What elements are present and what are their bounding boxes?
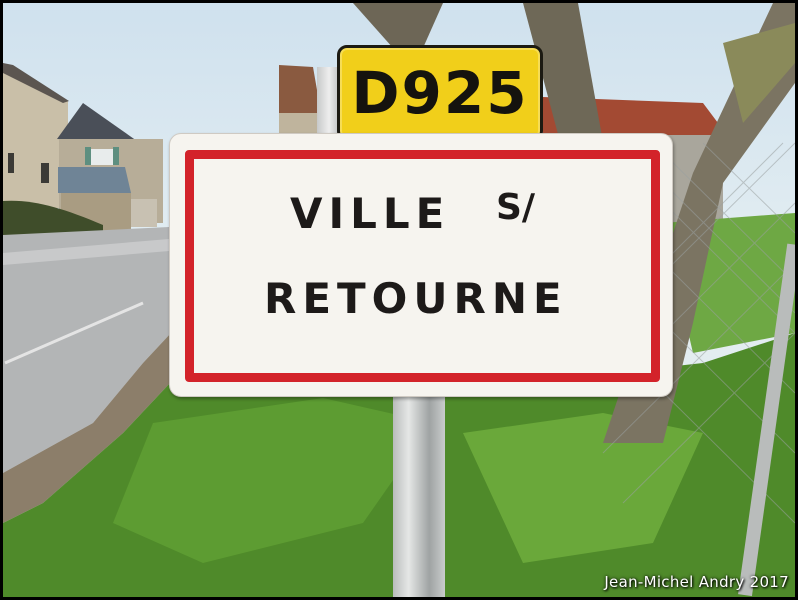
photo: D925 VILLE S/ RETOURNE Jean-Michel Andry… bbox=[3, 3, 795, 597]
town-sign: VILLE S/ RETOURNE bbox=[169, 133, 673, 397]
route-number: D925 bbox=[351, 59, 529, 127]
route-number-plate: D925 bbox=[337, 45, 543, 141]
sign-town-suffix: S/ bbox=[496, 187, 536, 228]
sign-town-line2: RETOURNE bbox=[264, 274, 568, 323]
photo-frame: D925 VILLE S/ RETOURNE Jean-Michel Andry… bbox=[0, 0, 798, 600]
sign-town-line1: VILLE bbox=[290, 189, 451, 238]
photo-credit: Jean-Michel Andry 2017 bbox=[604, 573, 789, 591]
sign-post bbox=[393, 396, 445, 597]
sign-red-border bbox=[185, 150, 660, 382]
